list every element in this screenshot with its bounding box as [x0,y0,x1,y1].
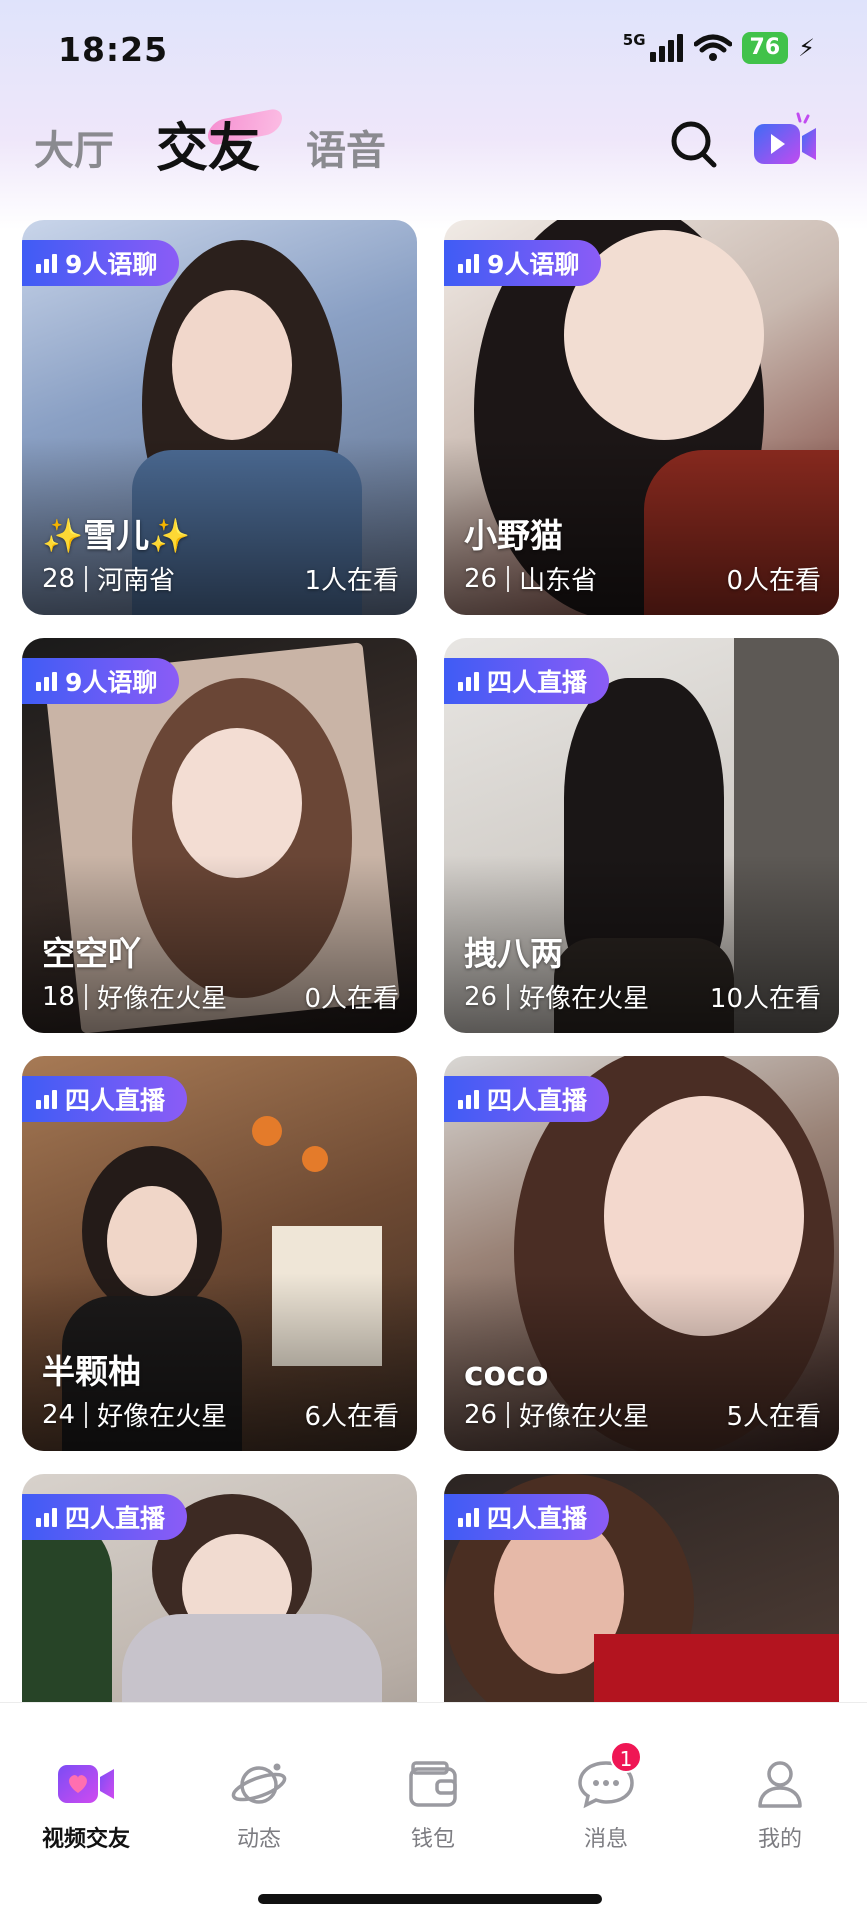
viewer-count: 0人在看 [726,566,821,596]
audio-bars-icon [458,1089,479,1109]
profile-card[interactable]: 9人语聊 空空吖 18 好像在火星 0人在看 [22,638,417,1033]
nav-label: 钱包 [410,1827,455,1852]
user-meta: 26 好像在火星 10人在看 [464,978,821,1015]
status-bar: 18:25 5G 76 ⚡ [0,0,867,100]
nav-profile[interactable]: 我的 [720,1759,840,1853]
user-name: 拽八两 [464,934,563,973]
user-age: 24 [42,1399,76,1430]
profile-card[interactable]: 四人直播 半颗柚 24 好像在火星 6人在看 [22,1056,417,1451]
signal-icon [649,34,683,62]
nav-video-friends[interactable]: 视频交友 [26,1759,146,1853]
room-badge: 9人语聊 [22,658,180,704]
audio-bars-icon [36,1507,57,1527]
search-icon [671,121,717,168]
room-badge: 四人直播 [444,1076,610,1122]
profile-card[interactable]: 9人语聊 小野猫 26 山东省 0人在看 [444,220,839,615]
wallet-icon [403,1759,463,1809]
badge-label: 四人直播 [487,1504,588,1533]
user-name: 小野猫 [464,516,563,555]
audio-bars-icon [36,671,57,691]
audio-bars-icon [458,1507,479,1527]
badge-label: 9人语聊 [65,668,158,697]
user-location: 好像在火星 [97,984,228,1014]
status-icons: 5G 76 ⚡ [623,30,815,66]
nav-wallet[interactable]: 钱包 [373,1759,493,1853]
badge-label: 四人直播 [65,1086,166,1115]
user-location: 好像在火星 [519,1402,650,1432]
nav-messages[interactable]: 1 消息 [546,1741,666,1853]
profile-card[interactable]: 9人语聊 ✨雪儿✨ 28 河南省 1人在看 [22,220,417,615]
badge-label: 四人直播 [487,668,588,697]
user-meta: 26 山东省 0人在看 [464,560,821,597]
user-meta: 18 好像在火星 0人在看 [42,978,399,1015]
audio-bars-icon [36,253,57,273]
viewer-count: 6人在看 [304,1402,399,1432]
user-location: 山东省 [519,566,598,596]
user-meta: 26 好像在火星 5人在看 [464,1396,821,1433]
badge-label: 9人语聊 [65,250,158,279]
nav-label: 消息 [583,1827,628,1852]
viewer-count: 5人在看 [726,1402,821,1432]
tab-make-friends[interactable]: 交友 [156,106,260,181]
room-badge: 9人语聊 [22,240,180,286]
wifi-icon [693,34,732,61]
tab-voice[interactable]: 语音 [306,118,386,176]
video-camera-icon [754,112,816,164]
nav-label: 动态 [236,1827,281,1852]
viewer-count: 0人在看 [304,984,399,1014]
user-name: coco [464,1354,549,1393]
user-meta: 24 好像在火星 6人在看 [42,1396,399,1433]
user-age: 26 [464,981,498,1012]
user-age: 26 [464,563,498,594]
badge-label: 四人直播 [487,1086,588,1115]
viewer-count: 10人在看 [709,984,821,1014]
user-location: 好像在火星 [519,984,650,1014]
user-age: 28 [42,563,76,594]
user-age: 18 [42,981,76,1012]
room-badge: 四人直播 [22,1076,188,1122]
room-badge: 9人语聊 [444,240,602,286]
photo-persimmon [252,1116,282,1146]
audio-bars-icon [458,253,479,273]
top-header: 大厅 交友 语音 [0,100,867,210]
nav-moments[interactable]: 动态 [199,1759,319,1853]
room-badge: 四人直播 [22,1494,188,1540]
photo-plant [22,1514,112,1714]
room-badge: 四人直播 [444,1494,610,1540]
user-meta: 28 河南省 1人在看 [42,560,399,597]
home-indicator[interactable] [258,1894,602,1904]
search-button[interactable] [668,118,720,170]
charging-bolt-icon: ⚡ [798,34,815,62]
audio-bars-icon [36,1089,57,1109]
user-name: ✨雪儿✨ [42,516,191,555]
badge-label: 四人直播 [65,1504,166,1533]
chat-bubble-icon: 1 [576,1741,642,1809]
viewer-count: 1人在看 [304,566,399,596]
unread-badge: 1 [610,1741,642,1773]
nav-label: 我的 [757,1827,802,1852]
network-label: 5G [622,31,646,49]
nav-label: 视频交友 [41,1827,130,1852]
battery-indicator: 76 [741,32,789,64]
planet-icon [229,1759,289,1809]
profile-card[interactable]: 四人直播 拽八两 26 好像在火星 10人在看 [444,638,839,1033]
status-time: 18:25 [58,30,169,69]
photo-face [172,290,292,440]
user-name: 半颗柚 [42,1352,141,1391]
photo-persimmon [302,1146,328,1172]
room-badge: 四人直播 [444,658,610,704]
profile-card[interactable]: 四人直播 coco 26 好像在火星 5人在看 [444,1056,839,1451]
bottom-nav: 视频交友 动态 钱包 1 消息 我的 [0,1702,867,1920]
badge-label: 9人语聊 [487,250,580,279]
profile-icon [750,1759,810,1809]
video-call-button[interactable] [752,112,820,172]
user-location: 好像在火星 [97,1402,228,1432]
user-location: 河南省 [97,566,176,596]
user-name: 空空吖 [42,934,141,973]
video-heart-icon [56,1759,116,1809]
audio-bars-icon [458,671,479,691]
tab-lobby[interactable]: 大厅 [34,118,114,176]
user-age: 26 [464,1399,498,1430]
